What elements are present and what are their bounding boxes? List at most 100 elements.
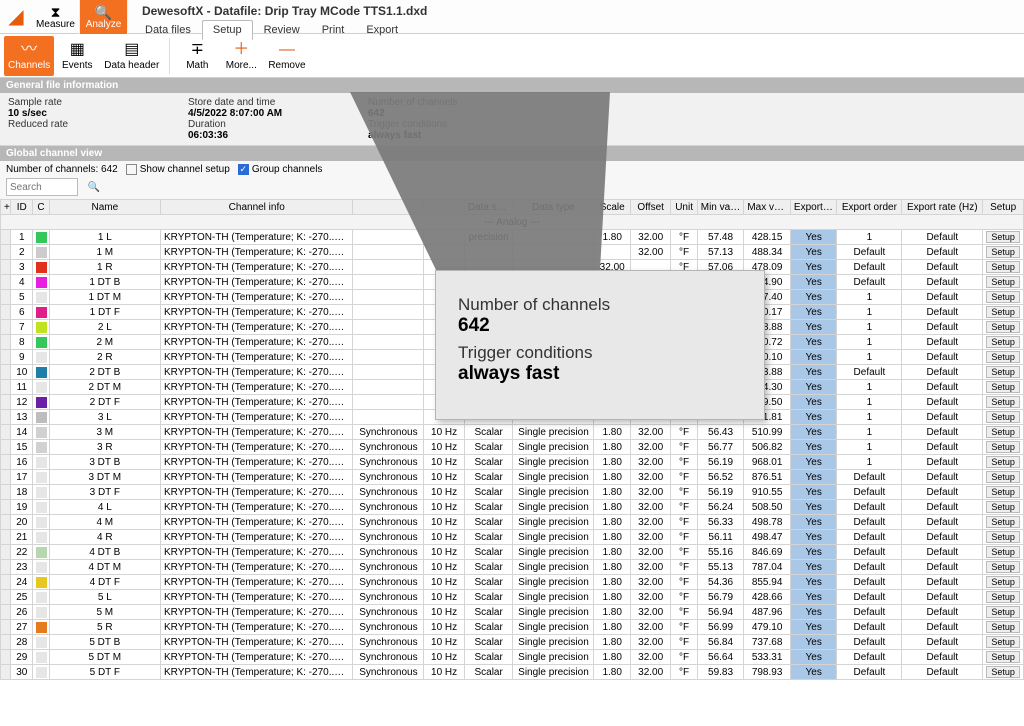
table-row[interactable]: 255 LKRYPTON-TH (Temperature; K: -270..1… (1, 590, 1024, 605)
group-channels-checkbox[interactable]: ✓ Group channels (238, 164, 323, 175)
setup-button[interactable]: Setup (986, 426, 1020, 438)
setup-button[interactable]: Setup (986, 606, 1020, 618)
table-row[interactable]: 194 LKRYPTON-TH (Temperature; K: -270..1… (1, 500, 1024, 515)
setup-button[interactable]: Setup (986, 396, 1020, 408)
col-setup[interactable]: Setup (983, 200, 1024, 215)
channels-tool[interactable]: 〰 Channels (4, 36, 54, 76)
channels-label: Channels (8, 60, 50, 71)
setup-button[interactable]: Setup (986, 501, 1020, 513)
table-row[interactable]: 153 RKRYPTON-TH (Temperature; K: -270..1… (1, 440, 1024, 455)
table-row[interactable]: 173 DT MKRYPTON-TH (Temperature; K: -270… (1, 470, 1024, 485)
setup-button[interactable]: Setup (986, 321, 1020, 333)
setup-button[interactable]: Setup (986, 276, 1020, 288)
samplerate-label: Sample rate (8, 97, 188, 108)
setup-button[interactable]: Setup (986, 246, 1020, 258)
col-c[interactable]: C (33, 200, 49, 215)
fileinfo-header: General file information (0, 78, 1024, 93)
setup-button[interactable]: Setup (986, 231, 1020, 243)
col--[interactable]: + (1, 200, 11, 215)
setup-button[interactable]: Setup (986, 591, 1020, 603)
menu-bar: ◢ ⧗ Measure 🔍 Analyze DewesoftX - Datafi… (0, 0, 1024, 34)
col-id[interactable]: ID (11, 200, 33, 215)
table-row[interactable]: 224 DT BKRYPTON-TH (Temperature; K: -270… (1, 545, 1024, 560)
callout-box: Number of channels 642 Trigger condition… (435, 270, 765, 420)
setup-button[interactable]: Setup (986, 651, 1020, 663)
tab-export[interactable]: Export (355, 20, 409, 40)
setup-button[interactable]: Setup (986, 336, 1020, 348)
setup-button[interactable]: Setup (986, 621, 1020, 633)
numchannels-value: 642 (368, 108, 548, 119)
col-exported[interactable]: Exported (790, 200, 837, 215)
col-scale[interactable]: Scale (594, 200, 630, 215)
remove-label: Remove (268, 60, 305, 71)
col-data-structure[interactable]: Data structure (464, 200, 513, 215)
col-max-va-[interactable]: Max va... (744, 200, 791, 215)
setup-button[interactable]: Setup (986, 366, 1020, 378)
setup-button[interactable]: Setup (986, 636, 1020, 648)
setup-button[interactable]: Setup (986, 561, 1020, 573)
setup-button[interactable]: Setup (986, 531, 1020, 543)
table-row[interactable]: 204 MKRYPTON-TH (Temperature; K: -270..1… (1, 515, 1024, 530)
table-row[interactable]: 163 DT BKRYPTON-TH (Temperature; K: -270… (1, 455, 1024, 470)
col-data-type[interactable]: Data type (513, 200, 594, 215)
search-icon[interactable]: 🔍 (86, 182, 102, 193)
gauge-icon: ⧗ (51, 5, 61, 19)
fileinfo-panel: Sample rate 10 s/sec Reduced rate Store … (0, 93, 1024, 146)
setup-button[interactable]: Setup (986, 486, 1020, 498)
setup-button[interactable]: Setup (986, 411, 1020, 423)
setup-button[interactable]: Setup (986, 471, 1020, 483)
show-setup-checkbox[interactable]: Show channel setup (126, 164, 230, 175)
col-blank[interactable] (353, 200, 424, 215)
table-row[interactable]: 183 DT FKRYPTON-TH (Temperature; K: -270… (1, 485, 1024, 500)
math-tool[interactable]: ∓ Math (176, 36, 218, 76)
remove-tool[interactable]: — Remove (264, 36, 309, 76)
analyze-label: Analyze (86, 19, 122, 30)
col-name[interactable]: Name (49, 200, 160, 215)
duration-label: Duration (188, 119, 368, 130)
table-row[interactable]: 143 MKRYPTON-TH (Temperature; K: -270..1… (1, 425, 1024, 440)
setup-button[interactable]: Setup (986, 291, 1020, 303)
show-setup-label: Show channel setup (140, 164, 230, 175)
table-row[interactable]: 275 RKRYPTON-TH (Temperature; K: -270..1… (1, 620, 1024, 635)
col-offset[interactable]: Offset (630, 200, 671, 215)
setup-button[interactable]: Setup (986, 456, 1020, 468)
tab-print[interactable]: Print (311, 20, 356, 40)
search-icon: 🔍 (95, 5, 112, 19)
col-channel-info[interactable]: Channel info (161, 200, 353, 215)
table-row[interactable]: 214 RKRYPTON-TH (Temperature; K: -270..1… (1, 530, 1024, 545)
setup-button[interactable]: Setup (986, 441, 1020, 453)
setup-button[interactable]: Setup (986, 576, 1020, 588)
table-row[interactable]: 285 DT BKRYPTON-TH (Temperature; K: -270… (1, 635, 1024, 650)
table-row[interactable]: 234 DT MKRYPTON-TH (Temperature; K: -270… (1, 560, 1024, 575)
dataheader-tool[interactable]: ▤ Data header (100, 36, 163, 76)
setup-button[interactable]: Setup (986, 261, 1020, 273)
col-blank[interactable] (424, 200, 465, 215)
table-row[interactable]: 295 DT MKRYPTON-TH (Temperature; K: -270… (1, 650, 1024, 665)
table-row[interactable]: 305 DT FKRYPTON-TH (Temperature; K: -270… (1, 665, 1024, 680)
setup-button[interactable]: Setup (986, 666, 1020, 678)
table-row[interactable]: 265 MKRYPTON-TH (Temperature; K: -270..1… (1, 605, 1024, 620)
col-export-order[interactable]: Export order (837, 200, 902, 215)
measure-button[interactable]: ⧗ Measure (32, 0, 80, 34)
math-label: Math (186, 60, 208, 71)
table-row[interactable]: 21 MKRYPTON-TH (Temperature; K: -270..13… (1, 245, 1024, 260)
table-row[interactable]: 11 LKRYPTON-TH (Temperature; K: -270..13… (1, 230, 1024, 245)
table-row[interactable]: 244 DT FKRYPTON-TH (Temperature; K: -270… (1, 575, 1024, 590)
events-tool[interactable]: ▦ Events (56, 36, 98, 76)
col-min-value[interactable]: Min value (697, 200, 744, 215)
group-row-analog[interactable]: --- Analog --- (1, 215, 1024, 230)
setup-button[interactable]: Setup (986, 516, 1020, 528)
more-label: More... (226, 60, 257, 71)
dataheader-label: Data header (104, 60, 159, 71)
setup-button[interactable]: Setup (986, 306, 1020, 318)
setup-button[interactable]: Setup (986, 546, 1020, 558)
search-input[interactable] (6, 178, 78, 196)
setup-button[interactable]: Setup (986, 351, 1020, 363)
setup-button[interactable]: Setup (986, 381, 1020, 393)
more-tool[interactable]: ＋ More... (220, 36, 262, 76)
col-unit[interactable]: Unit (671, 200, 697, 215)
col-export-rate-hz-[interactable]: Export rate (Hz) (902, 200, 983, 215)
analyze-button[interactable]: 🔍 Analyze (80, 0, 128, 34)
checkbox-checked-icon: ✓ (238, 164, 249, 175)
app-logo-icon: ◢ (0, 0, 32, 32)
